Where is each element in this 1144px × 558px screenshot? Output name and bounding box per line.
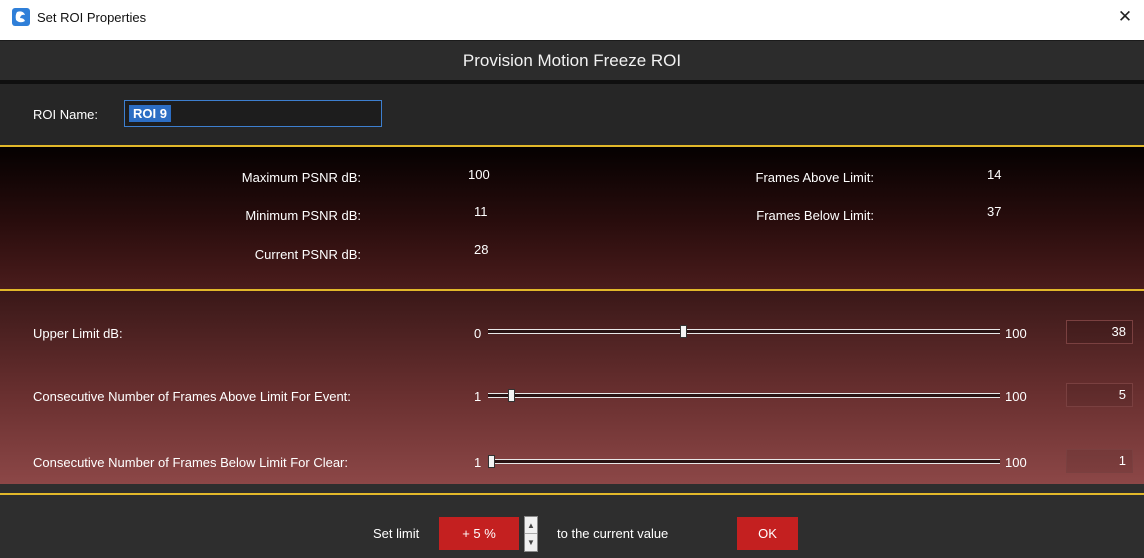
frames-below-label: Frames Below Limit: xyxy=(756,208,874,223)
slider-thumb[interactable] xyxy=(488,455,495,468)
close-icon[interactable]: ✕ xyxy=(1112,5,1138,29)
upper-limit-max: 100 xyxy=(1005,326,1027,341)
above-limit-max: 100 xyxy=(1005,389,1027,404)
below-limit-value-box[interactable]: 1 xyxy=(1066,449,1133,473)
above-limit-slider[interactable] xyxy=(488,389,1000,402)
percent-field[interactable]: + 5 % xyxy=(439,517,519,550)
below-limit-slider[interactable] xyxy=(488,455,1000,468)
title-bar: Set ROI Properties ✕ xyxy=(0,0,1144,39)
roi-name-input[interactable]: ROI 9 xyxy=(124,100,382,127)
app-logo-icon xyxy=(12,8,30,26)
roi-name-label: ROI Name: xyxy=(33,107,99,122)
roi-name-row: ROI Name: ROI 9 xyxy=(0,84,1144,145)
frames-below-value: 37 xyxy=(987,204,1002,219)
current-psnr-value: 28 xyxy=(474,242,489,257)
below-limit-min: 1 xyxy=(474,455,482,470)
upper-limit-min: 0 xyxy=(474,326,482,341)
frames-above-label: Frames Above Limit: xyxy=(755,170,875,185)
upper-limit-slider[interactable] xyxy=(488,325,1000,338)
current-psnr-label: Current PSNR dB: xyxy=(254,247,361,262)
current-value-label: to the current value xyxy=(557,526,669,541)
upper-limit-label: Upper Limit dB: xyxy=(33,326,123,341)
percent-stepper[interactable]: ▲ ▼ xyxy=(524,516,538,552)
below-limit-max: 100 xyxy=(1005,455,1027,470)
chevron-up-icon[interactable]: ▲ xyxy=(525,517,537,534)
window-title: Set ROI Properties xyxy=(37,10,147,25)
min-psnr-value: 11 xyxy=(474,204,488,219)
set-limit-label: Set limit xyxy=(373,526,420,541)
page-title: Provision Motion Freeze ROI xyxy=(462,51,682,70)
max-psnr-value: 100 xyxy=(468,167,490,182)
stats-panel: Maximum PSNR dB: 100 Minimum PSNR dB: 11… xyxy=(0,147,1144,289)
chevron-down-icon[interactable]: ▼ xyxy=(525,534,537,551)
ok-button[interactable]: OK xyxy=(737,517,798,550)
min-psnr-label: Minimum PSNR dB: xyxy=(245,208,361,223)
footer-bar: Set limit + 5 % ▲ ▼ to the current value… xyxy=(0,495,1144,558)
above-limit-min: 1 xyxy=(474,389,482,404)
above-limit-label: Consecutive Number of Frames Above Limit… xyxy=(33,389,351,404)
dialog-header: Provision Motion Freeze ROI xyxy=(0,40,1144,80)
upper-limit-value-box[interactable]: 38 xyxy=(1066,320,1133,344)
below-limit-label: Consecutive Number of Frames Below Limit… xyxy=(33,455,348,470)
spacer xyxy=(0,484,1144,493)
frames-above-value: 14 xyxy=(987,167,1002,182)
limits-panel: Upper Limit dB: 0 100 38 Consecutive Num… xyxy=(0,291,1144,484)
slider-thumb[interactable] xyxy=(679,325,687,338)
slider-thumb[interactable] xyxy=(508,389,516,402)
max-psnr-label: Maximum PSNR dB: xyxy=(241,170,361,185)
roi-name-value: ROI 9 xyxy=(129,105,171,122)
above-limit-value-box[interactable]: 5 xyxy=(1066,383,1133,407)
